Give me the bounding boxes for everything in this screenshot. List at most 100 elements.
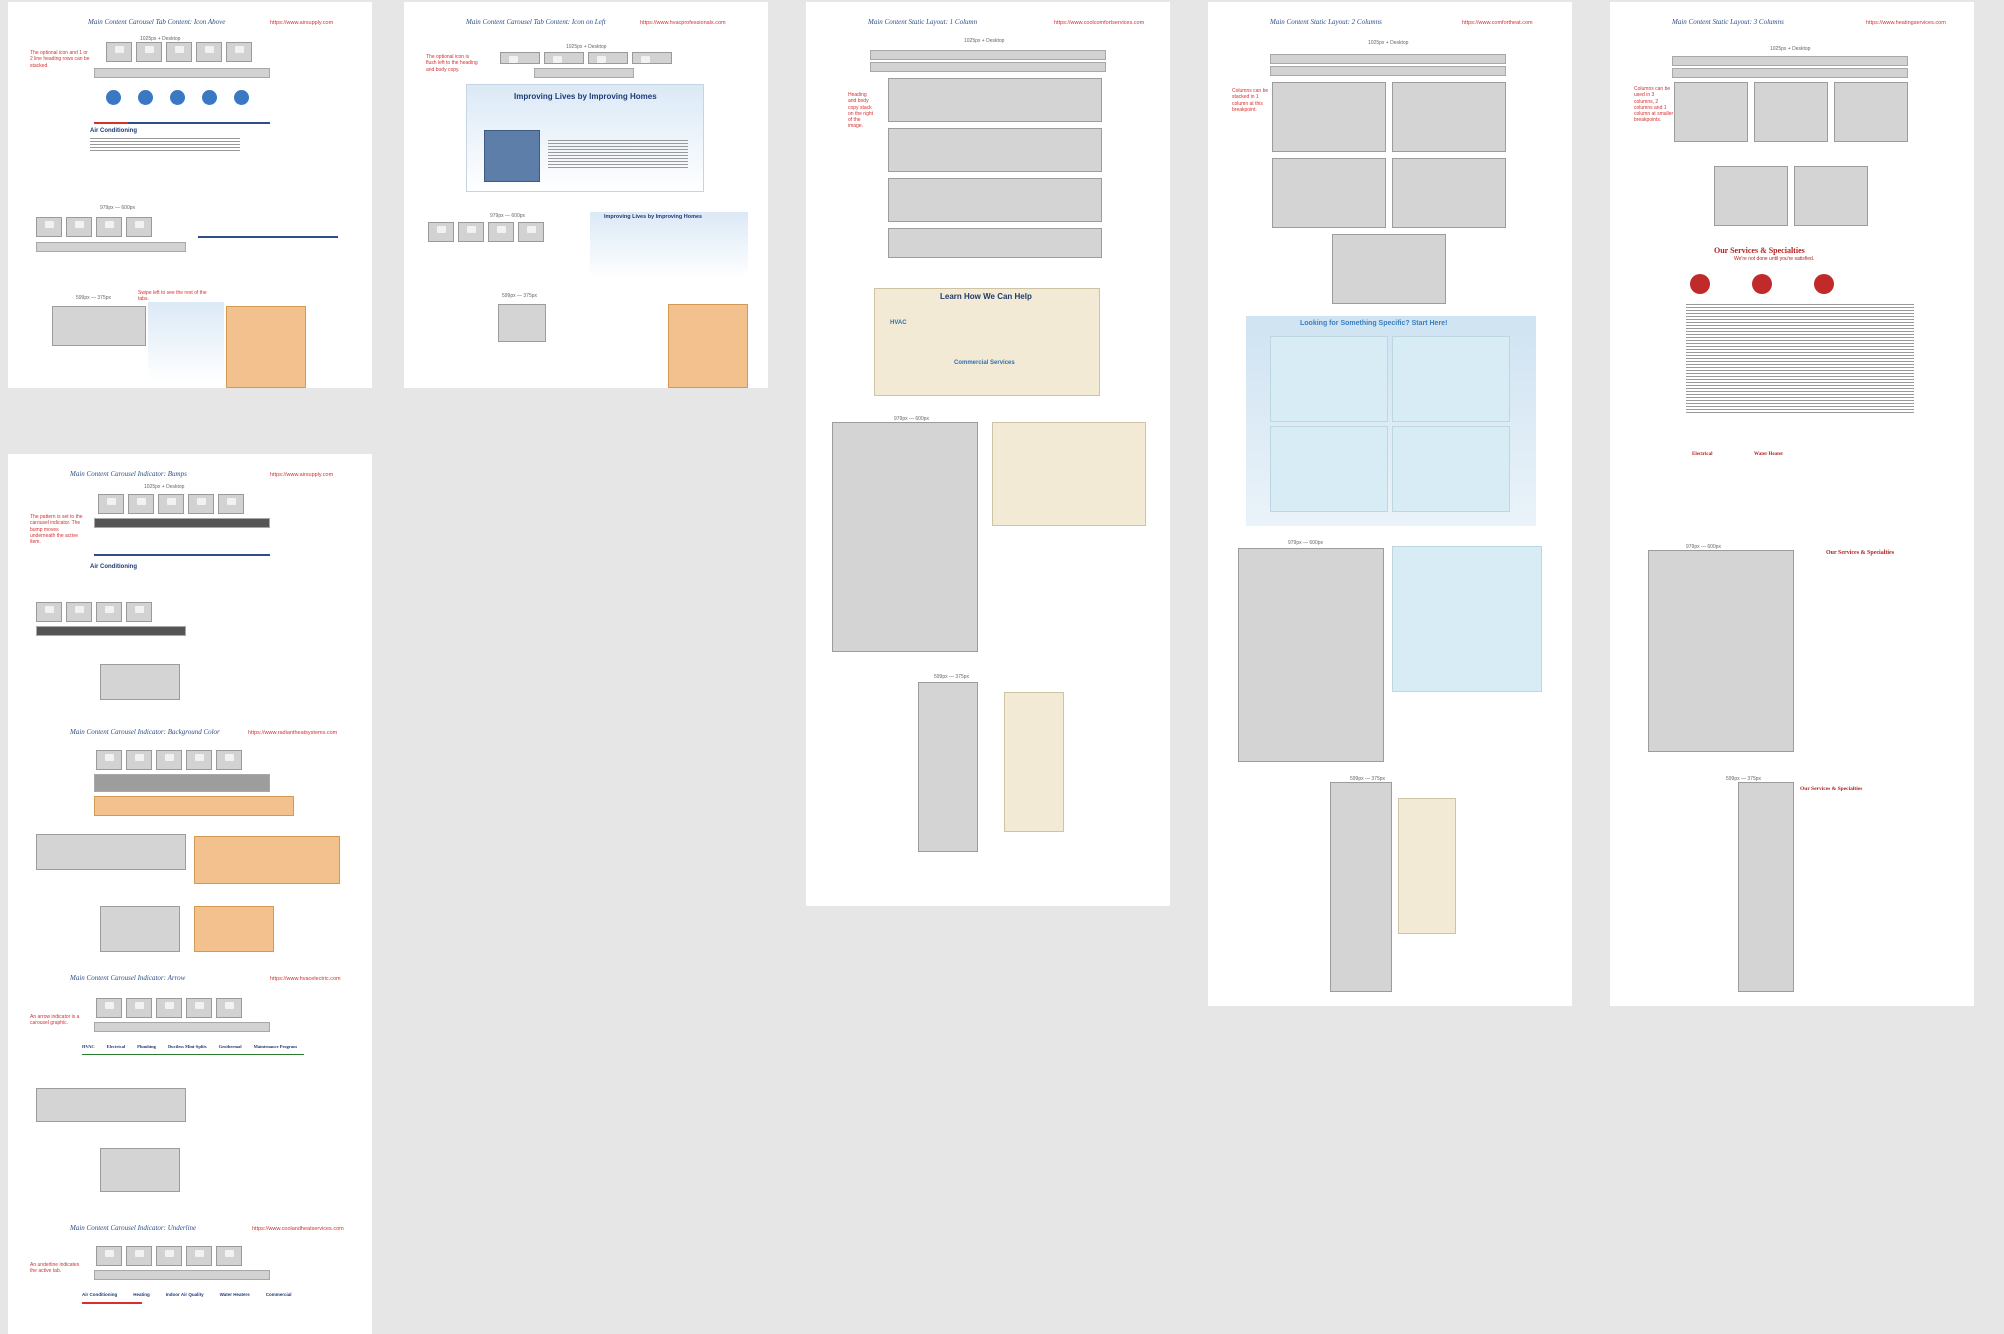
board-url[interactable]: https://www.airsupply.com <box>270 20 333 26</box>
air-icon[interactable] <box>106 90 121 105</box>
hero-photo <box>484 130 540 182</box>
thumb[interactable] <box>96 217 122 237</box>
thumb[interactable] <box>96 602 122 622</box>
tile-commercial[interactable] <box>1270 426 1388 512</box>
thumb[interactable] <box>128 494 154 514</box>
tile-residential[interactable] <box>1270 336 1388 422</box>
air-quality-icon[interactable] <box>1814 274 1834 294</box>
underline-tab[interactable]: Air Conditioning <box>82 1292 117 1297</box>
underline-tab[interactable]: Heating <box>133 1292 150 1297</box>
board-url[interactable]: https://www.coolcomfortservices.com <box>1054 20 1144 26</box>
bp-tablet-label: 979px — 600px <box>100 205 136 211</box>
carousel-bar <box>36 626 186 636</box>
thumb[interactable] <box>98 494 124 514</box>
arrow-tab[interactable]: Geothermal <box>219 1044 242 1049</box>
thumb[interactable] <box>36 217 62 237</box>
tab-line <box>94 554 270 556</box>
thumb[interactable] <box>500 52 540 64</box>
underline-tab[interactable]: Water Heaters <box>220 1292 250 1297</box>
mobile-tab-row <box>194 906 274 952</box>
snowflake-icon[interactable] <box>1690 274 1710 294</box>
section-heading <box>1672 56 1908 66</box>
arrow-tab[interactable]: Electrical <box>107 1044 126 1049</box>
board-static-2col: Main Content Static Layout: 2 Columns ht… <box>1208 2 1572 1006</box>
mobile-learn <box>1004 692 1064 832</box>
mobile-frame <box>498 304 546 342</box>
underline-tab[interactable]: Commercial <box>266 1292 292 1297</box>
mobile-frame <box>100 1148 180 1192</box>
board-url[interactable]: https://www.heatingservices.com <box>1866 20 1946 26</box>
thumb[interactable] <box>126 602 152 622</box>
thumb[interactable] <box>158 494 184 514</box>
underline-tab[interactable]: Indoor Air Quality <box>166 1292 204 1297</box>
bp-desktop-label: 1025px + Desktop <box>1368 40 1409 46</box>
board-url[interactable]: https://www.coolandheatservices.com <box>252 1226 344 1232</box>
thumb[interactable] <box>166 42 192 62</box>
thumb[interactable] <box>126 750 152 770</box>
thumb[interactable] <box>216 1246 242 1266</box>
thumb[interactable] <box>216 750 242 770</box>
mobile-frame <box>918 682 978 852</box>
thumb[interactable] <box>186 1246 212 1266</box>
thumb[interactable] <box>36 602 62 622</box>
services-sub: We're not done until you're satisfied. <box>1734 256 1815 262</box>
mobile-content <box>148 302 224 382</box>
board-title: Main Content Carousel Tab Content: Icon … <box>88 18 226 26</box>
board-static-1col: Main Content Static Layout: 1 Column htt… <box>806 2 1170 906</box>
thumb[interactable] <box>126 998 152 1018</box>
thumb[interactable] <box>156 1246 182 1266</box>
board-url[interactable]: https://www.hvacelectric.com <box>270 976 341 982</box>
arrow-tab[interactable]: Maintenance Program <box>254 1044 297 1049</box>
board-url[interactable]: https://www.radiantheatsystems.com <box>248 730 337 736</box>
thumb-row <box>96 750 246 770</box>
media-block <box>888 178 1102 222</box>
card <box>1714 166 1788 226</box>
repair-icon[interactable] <box>234 90 249 105</box>
arrow-tab[interactable]: Plumbing <box>137 1044 156 1049</box>
thumb[interactable] <box>156 750 182 770</box>
thumb[interactable] <box>186 750 212 770</box>
thumb[interactable] <box>126 1246 152 1266</box>
air-quality-icon[interactable] <box>170 90 185 105</box>
thumb[interactable] <box>126 217 152 237</box>
arrow-tab[interactable]: Ductless Mini-Splits <box>168 1044 207 1049</box>
thumb[interactable] <box>66 217 92 237</box>
thumb[interactable] <box>106 42 132 62</box>
board-url[interactable]: https://www.comfortheat.com <box>1462 20 1533 26</box>
thumb[interactable] <box>66 602 92 622</box>
thumb[interactable] <box>458 222 484 242</box>
card <box>1794 166 1868 226</box>
arrow-tab[interactable]: HVAC <box>82 1044 95 1049</box>
thumb[interactable] <box>518 222 544 242</box>
thumb[interactable] <box>428 222 454 242</box>
thumb[interactable] <box>156 998 182 1018</box>
thumb[interactable] <box>136 42 162 62</box>
tile-maintenance[interactable] <box>1392 426 1510 512</box>
thumb[interactable] <box>632 52 672 64</box>
board-url[interactable]: https://www.airsupply.com <box>270 472 333 478</box>
flame-icon[interactable] <box>1752 274 1772 294</box>
commercial-heading: Commercial Services <box>954 360 1015 366</box>
thumb[interactable] <box>218 494 244 514</box>
thumb[interactable] <box>188 494 214 514</box>
media-block <box>888 78 1102 122</box>
thumb[interactable] <box>588 52 628 64</box>
thumb[interactable] <box>216 998 242 1018</box>
board-url[interactable]: https://www.hvacprofessionals.com <box>640 20 726 26</box>
duct-icon[interactable] <box>202 90 217 105</box>
thumb[interactable] <box>226 42 252 62</box>
thumb[interactable] <box>196 42 222 62</box>
heat-icon[interactable] <box>138 90 153 105</box>
thumb[interactable] <box>96 998 122 1018</box>
thumb[interactable] <box>544 52 584 64</box>
section-sub <box>870 62 1106 72</box>
tile-home-performance[interactable] <box>1392 336 1510 422</box>
thumb[interactable] <box>488 222 514 242</box>
card <box>1392 158 1506 228</box>
thumb[interactable] <box>96 750 122 770</box>
card <box>1272 82 1386 152</box>
thumb[interactable] <box>186 998 212 1018</box>
section-sub <box>1270 66 1506 76</box>
content-heading: Air Conditioning <box>90 564 137 570</box>
thumb[interactable] <box>96 1246 122 1266</box>
